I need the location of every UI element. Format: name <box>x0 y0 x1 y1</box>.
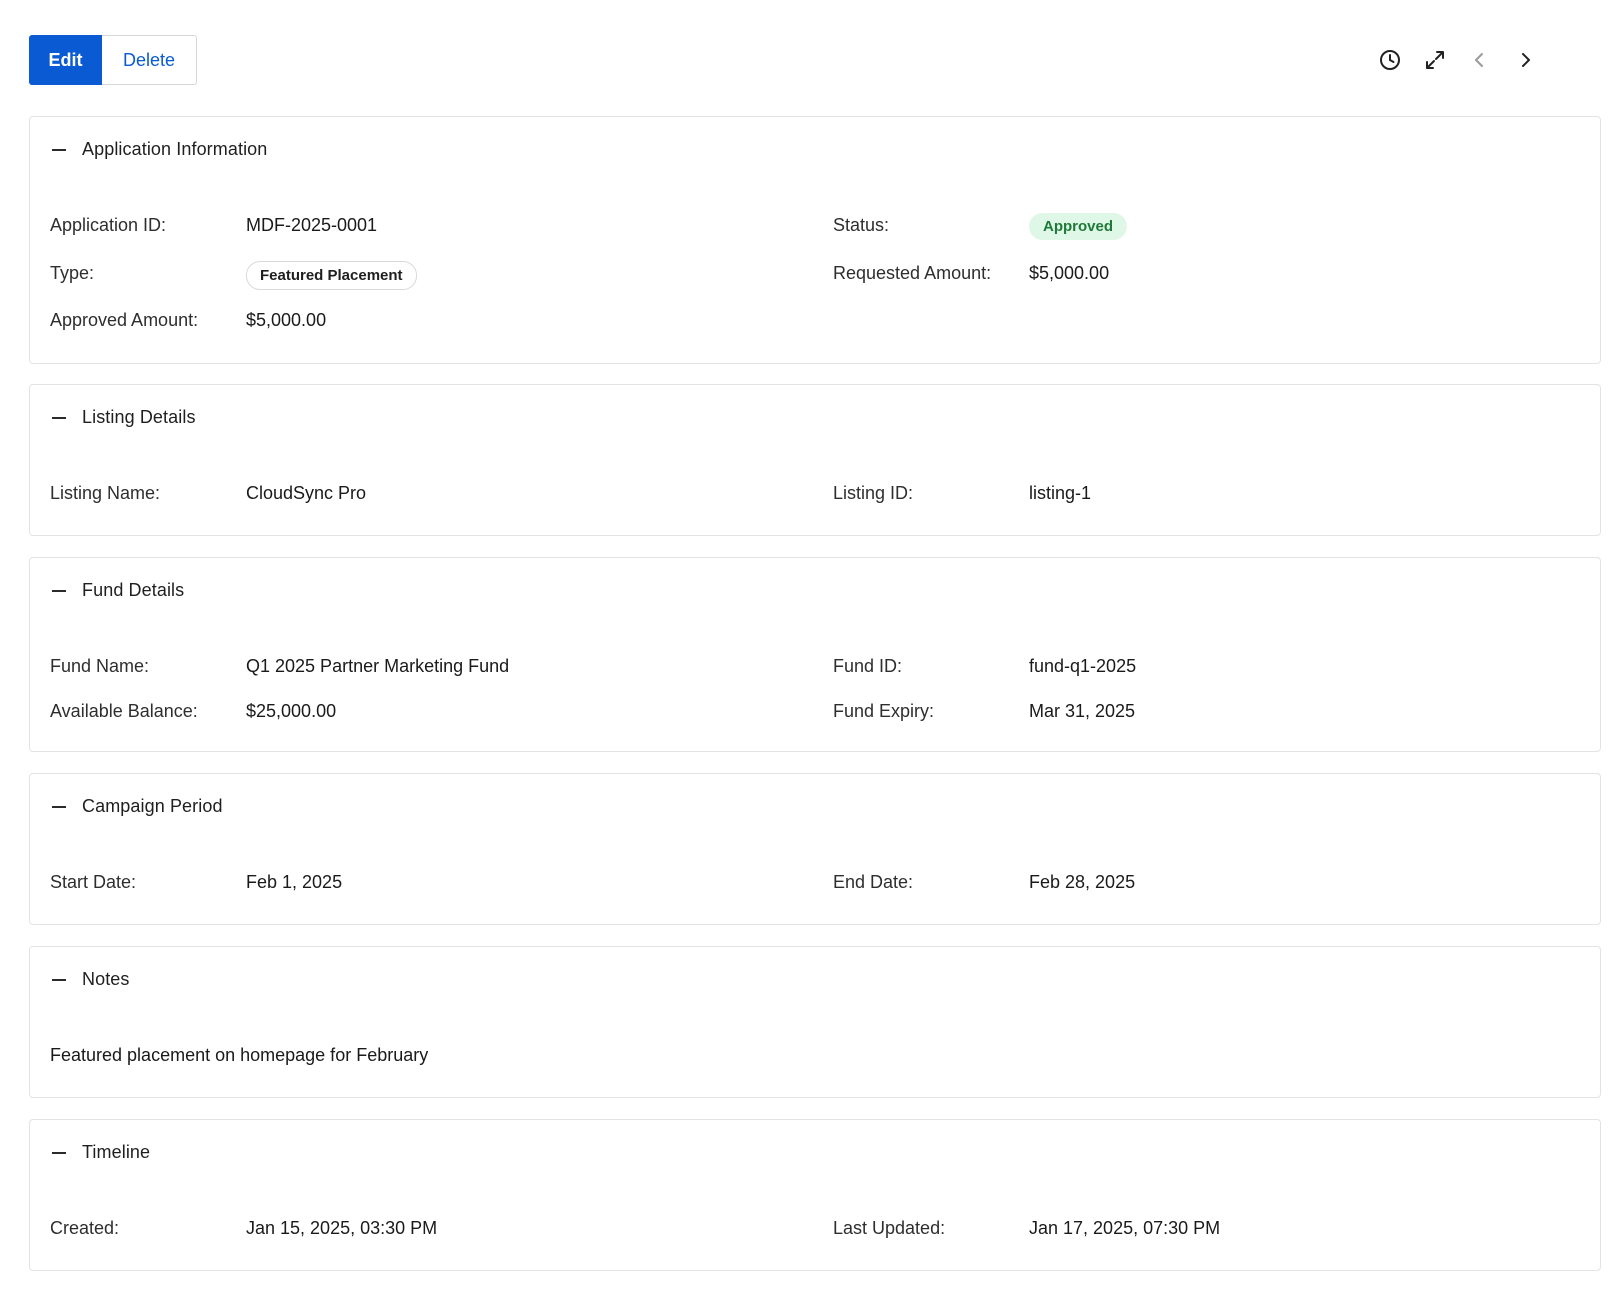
approved-amount-label: Approved Amount: <box>50 310 199 330</box>
start-date-value: Feb 1, 2025 <box>246 872 343 892</box>
notes-section: Notes Featured placement on homepage for… <box>29 946 1601 1098</box>
fund-name-label: Fund Name: <box>50 656 150 676</box>
fund-id-label: Fund ID: <box>833 656 903 676</box>
notes-header[interactable]: Notes <box>52 969 130 990</box>
type-label: Type: <box>50 263 95 283</box>
previous-icon[interactable] <box>1466 46 1494 74</box>
section-title: Fund Details <box>82 580 185 600</box>
listing-id-label: Listing ID: <box>833 483 914 503</box>
delete-button[interactable]: Delete <box>102 35 197 85</box>
available-balance-label: Available Balance: <box>50 701 198 721</box>
fund-expiry-label: Fund Expiry: <box>833 701 935 721</box>
application-information-header[interactable]: Application Information <box>52 139 267 160</box>
application-id-value: MDF-2025-0001 <box>246 215 378 235</box>
collapse-icon[interactable] <box>52 584 66 598</box>
campaign-period-section: Campaign Period Start Date: Feb 1, 2025 … <box>29 773 1601 925</box>
created-label: Created: <box>50 1218 120 1238</box>
listing-name-label: Listing Name: <box>50 483 161 503</box>
listing-id-value: listing-1 <box>1029 483 1092 503</box>
start-date-label: Start Date: <box>50 872 137 892</box>
requested-amount-label: Requested Amount: <box>833 263 992 283</box>
fund-name-value: Q1 2025 Partner Marketing Fund <box>246 656 510 676</box>
listing-details-section: Listing Details Listing Name: CloudSync … <box>29 384 1601 536</box>
last-updated-value: Jan 17, 2025, 07:30 PM <box>1029 1218 1221 1238</box>
application-information-section: Application Information Application ID: … <box>29 116 1601 364</box>
application-id-label: Application ID: <box>50 215 167 235</box>
section-title: Application Information <box>82 139 268 159</box>
fund-details-header[interactable]: Fund Details <box>52 580 184 601</box>
fund-expiry-value: Mar 31, 2025 <box>1029 701 1136 721</box>
end-date-label: End Date: <box>833 872 914 892</box>
collapse-icon[interactable] <box>52 143 66 157</box>
edit-button[interactable]: Edit <box>29 35 102 85</box>
end-date-value: Feb 28, 2025 <box>1029 872 1136 892</box>
listing-details-header[interactable]: Listing Details <box>52 407 196 428</box>
timeline-header[interactable]: Timeline <box>52 1142 150 1163</box>
requested-amount-value: $5,000.00 <box>1029 263 1110 283</box>
section-title: Campaign Period <box>82 796 223 816</box>
listing-name-value: CloudSync Pro <box>246 483 367 503</box>
fund-details-section: Fund Details Fund Name: Q1 2025 Partner … <box>29 557 1601 752</box>
status-badge: Approved <box>1029 213 1128 240</box>
collapse-icon[interactable] <box>52 411 66 425</box>
approved-amount-value: $5,000.00 <box>246 310 327 330</box>
collapse-icon[interactable] <box>52 973 66 987</box>
fund-id-value: fund-q1-2025 <box>1029 656 1137 676</box>
action-toolbar: Edit Delete <box>29 35 197 85</box>
created-value: Jan 15, 2025, 03:30 PM <box>246 1218 438 1238</box>
type-badge: Featured Placement <box>246 261 417 290</box>
available-balance-value: $25,000.00 <box>246 701 337 721</box>
next-icon[interactable] <box>1511 46 1539 74</box>
notes-text: Featured placement on homepage for Febru… <box>50 1045 429 1065</box>
status-label: Status: <box>833 215 890 235</box>
last-updated-label: Last Updated: <box>833 1218 946 1238</box>
section-title: Listing Details <box>82 407 196 427</box>
collapse-icon[interactable] <box>52 800 66 814</box>
campaign-period-header[interactable]: Campaign Period <box>52 796 223 817</box>
section-title: Notes <box>82 969 130 989</box>
section-title: Timeline <box>82 1142 151 1162</box>
history-icon[interactable] <box>1376 46 1404 74</box>
expand-icon[interactable] <box>1421 46 1449 74</box>
collapse-icon[interactable] <box>52 1146 66 1160</box>
timeline-section: Timeline Created: Jan 15, 2025, 03:30 PM… <box>29 1119 1601 1271</box>
